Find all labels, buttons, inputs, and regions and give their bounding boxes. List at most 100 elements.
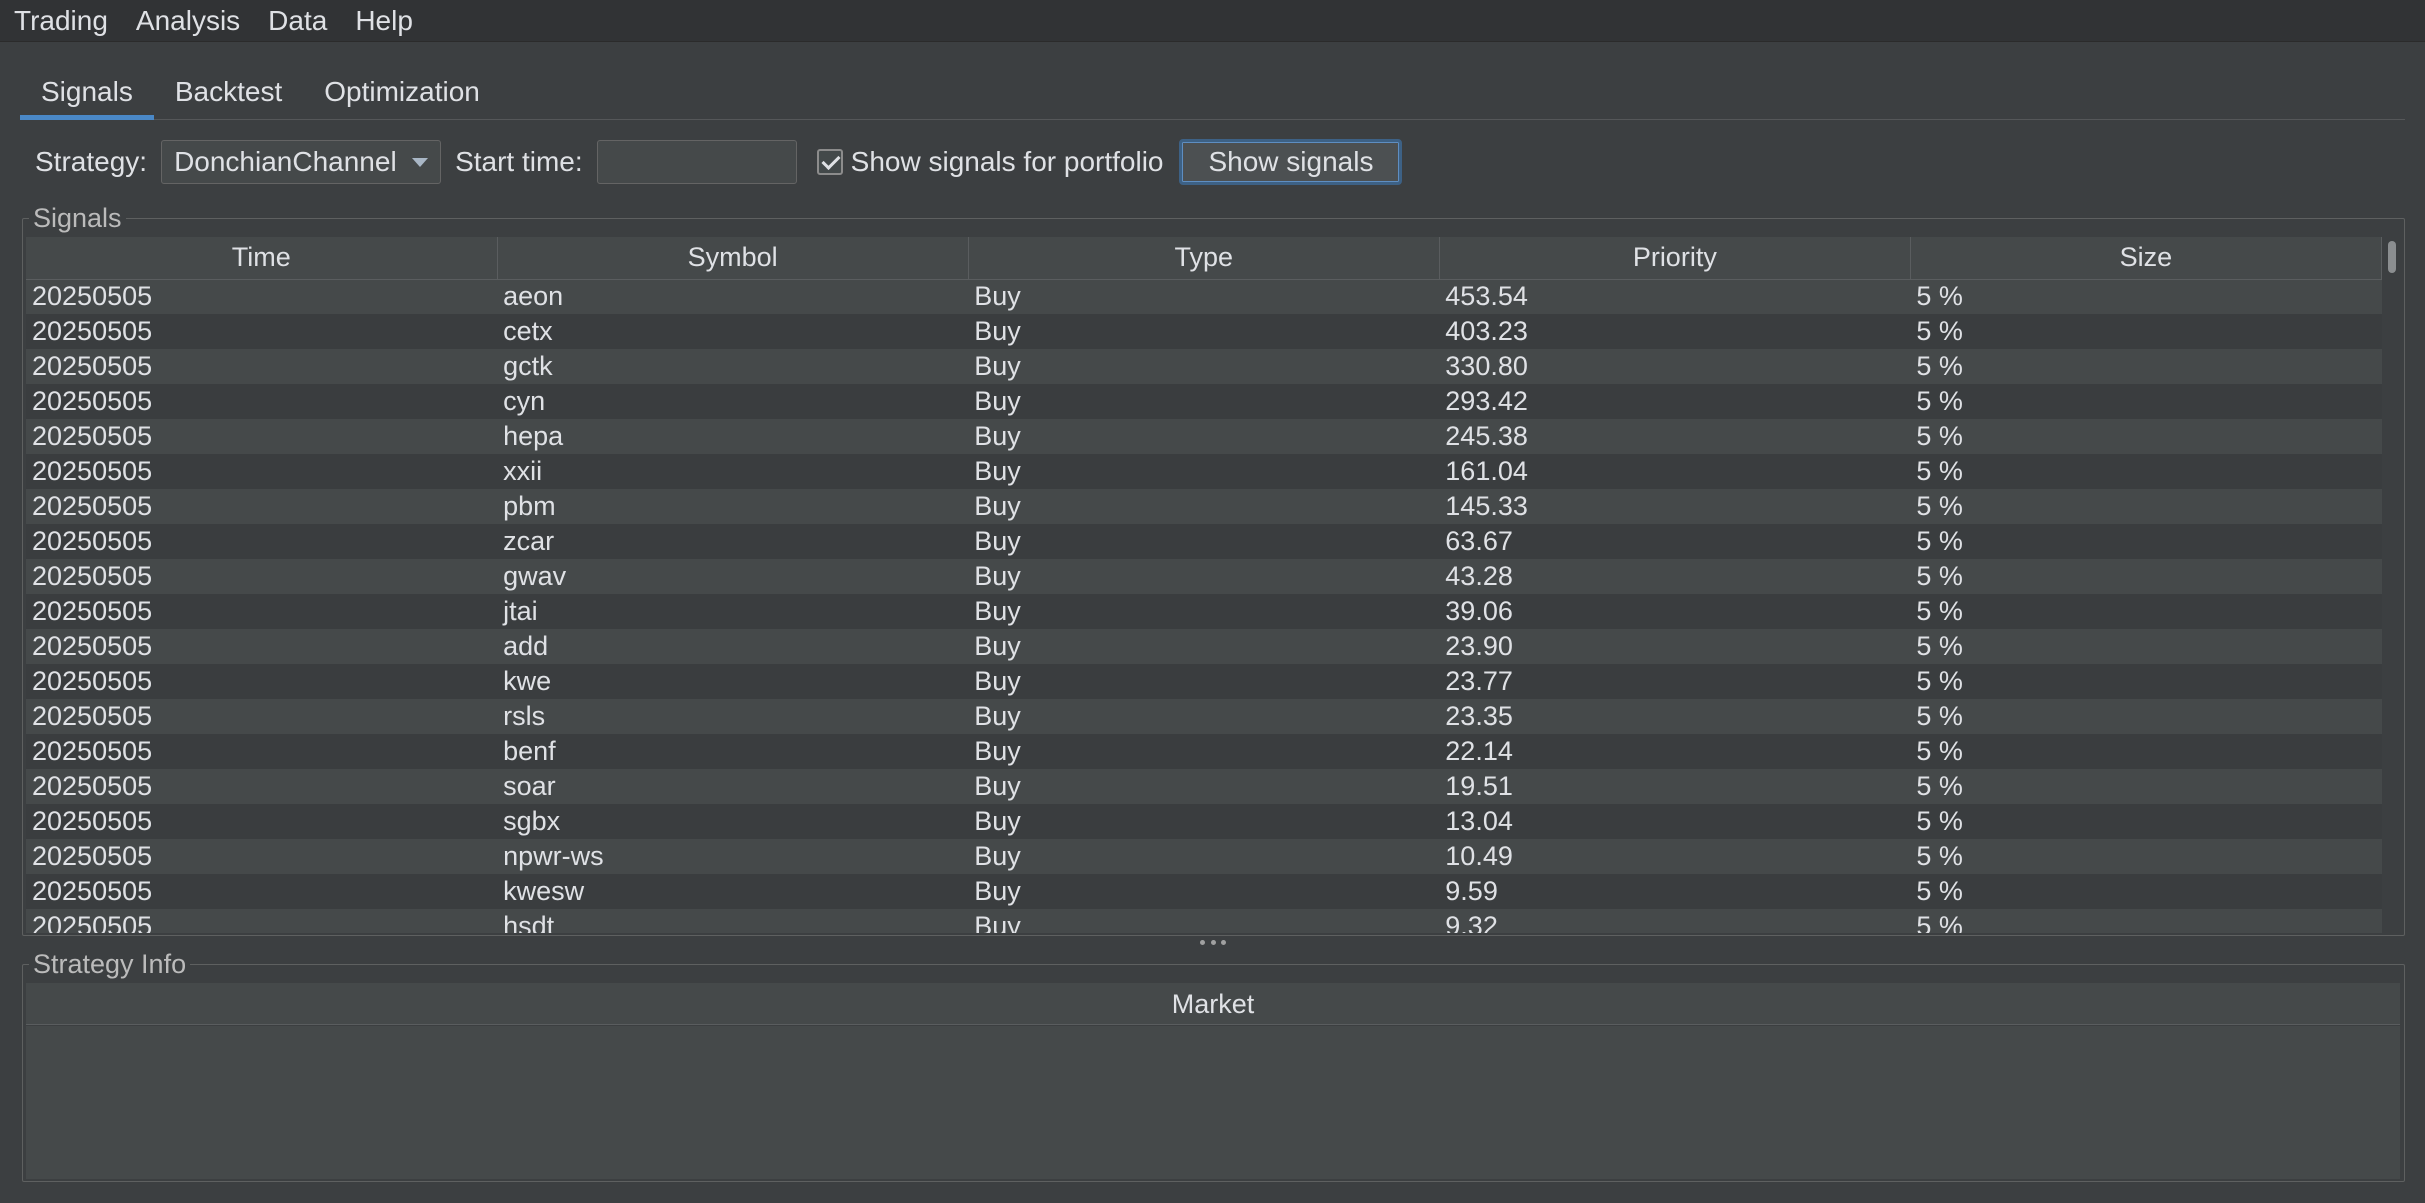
tab-optimization[interactable]: Optimization <box>303 68 501 119</box>
signals-scrollbar[interactable] <box>2382 237 2402 933</box>
table-row[interactable]: 20250505 rsls Buy 23.35 5 % <box>26 699 2382 734</box>
menu-data[interactable]: Data <box>254 0 341 42</box>
symbol-cell: gctk <box>497 349 969 384</box>
priority-cell: 145.33 <box>1439 489 1911 524</box>
time-cell: 20250505 <box>26 594 498 629</box>
priority-cell: 23.35 <box>1439 699 1911 734</box>
type-cell: Buy <box>968 349 1440 384</box>
table-row[interactable]: 20250505 benf Buy 22.14 5 % <box>26 734 2382 769</box>
menu-help[interactable]: Help <box>341 0 427 42</box>
strategy-select[interactable]: DonchianChannel <box>161 140 442 184</box>
type-cell: Buy <box>968 454 1440 489</box>
table-row[interactable]: 20250505 npwr-ws Buy 10.49 5 % <box>26 839 2382 874</box>
size-cell: 5 % <box>1910 629 2382 664</box>
type-cell: Buy <box>968 384 1440 419</box>
table-row[interactable]: 20250505 kwesw Buy 9.59 5 % <box>26 874 2382 909</box>
toolbar: Strategy: DonchianChannel Start time: Sh… <box>35 138 2415 186</box>
splitter-handle[interactable] <box>1200 938 1226 946</box>
type-cell: Buy <box>968 279 1440 314</box>
time-cell: 20250505 <box>26 909 498 933</box>
table-row[interactable]: 20250505 aeon Buy 453.54 5 % <box>26 279 2382 314</box>
column-header-priority[interactable]: Priority <box>1439 237 1911 280</box>
symbol-cell: sgbx <box>497 804 969 839</box>
symbol-cell: cetx <box>497 314 969 349</box>
type-cell: Buy <box>968 559 1440 594</box>
market-column-header[interactable]: Market <box>26 983 2400 1025</box>
column-header-type[interactable]: Type <box>968 237 1440 280</box>
time-cell: 20250505 <box>26 629 498 664</box>
strategy-label: Strategy: <box>35 146 148 177</box>
size-cell: 5 % <box>1910 384 2382 419</box>
priority-cell: 22.14 <box>1439 734 1911 769</box>
tab-backtest[interactable]: Backtest <box>154 68 303 119</box>
time-cell: 20250505 <box>26 279 498 314</box>
time-cell: 20250505 <box>26 804 498 839</box>
market-table-body <box>26 1026 2400 1179</box>
signals-table-header: Time Symbol Type Priority Size <box>26 237 2382 280</box>
symbol-cell: jtai <box>497 594 969 629</box>
tab-signals[interactable]: Signals <box>20 68 154 120</box>
priority-cell: 161.04 <box>1439 454 1911 489</box>
size-cell: 5 % <box>1910 489 2382 524</box>
type-cell: Buy <box>968 664 1440 699</box>
menu-bar: Trading Analysis Data Help <box>0 0 2425 42</box>
table-row[interactable]: 20250505 gwav Buy 43.28 5 % <box>26 559 2382 594</box>
tab-bar: Signals Backtest Optimization <box>20 68 2405 120</box>
symbol-cell: gwav <box>497 559 969 594</box>
priority-cell: 19.51 <box>1439 769 1911 804</box>
start-time-input[interactable] <box>596 140 797 184</box>
table-row[interactable]: 20250505 zcar Buy 63.67 5 % <box>26 524 2382 559</box>
table-row[interactable]: 20250505 soar Buy 19.51 5 % <box>26 769 2382 804</box>
size-cell: 5 % <box>1910 314 2382 349</box>
table-row[interactable]: 20250505 add Buy 23.90 5 % <box>26 629 2382 664</box>
column-header-size[interactable]: Size <box>1910 237 2382 280</box>
type-cell: Buy <box>968 839 1440 874</box>
splitter-dot <box>1221 939 1226 945</box>
time-cell: 20250505 <box>26 454 498 489</box>
time-cell: 20250505 <box>26 384 498 419</box>
type-cell: Buy <box>968 489 1440 524</box>
size-cell: 5 % <box>1910 734 2382 769</box>
type-cell: Buy <box>968 594 1440 629</box>
time-cell: 20250505 <box>26 419 498 454</box>
time-cell: 20250505 <box>26 664 498 699</box>
table-row[interactable]: 20250505 hsdt Buy 9.32 5 % <box>26 909 2382 933</box>
size-cell: 5 % <box>1910 664 2382 699</box>
table-row[interactable]: 20250505 gctk Buy 330.80 5 % <box>26 349 2382 384</box>
menu-trading[interactable]: Trading <box>0 0 122 42</box>
priority-cell: 453.54 <box>1439 279 1911 314</box>
splitter-dot <box>1210 939 1216 945</box>
splitter-dot <box>1200 939 1205 945</box>
table-row[interactable]: 20250505 pbm Buy 145.33 5 % <box>26 489 2382 524</box>
show-signals-button[interactable]: Show signals <box>1179 139 1403 185</box>
size-cell: 5 % <box>1910 594 2382 629</box>
show-portfolio-label[interactable]: Show signals for portfolio <box>851 146 1164 178</box>
symbol-cell: zcar <box>497 524 969 559</box>
time-cell: 20250505 <box>26 769 498 804</box>
table-row[interactable]: 20250505 hepa Buy 245.38 5 % <box>26 419 2382 454</box>
type-cell: Buy <box>968 909 1440 933</box>
size-cell: 5 % <box>1910 874 2382 909</box>
type-cell: Buy <box>968 314 1440 349</box>
chevron-down-icon <box>412 158 429 167</box>
menu-analysis[interactable]: Analysis <box>122 0 254 42</box>
priority-cell: 10.49 <box>1439 839 1911 874</box>
size-cell: 5 % <box>1910 279 2382 314</box>
column-header-time[interactable]: Time <box>26 237 498 280</box>
priority-cell: 23.77 <box>1439 664 1911 699</box>
strategy-select-value: DonchianChannel <box>174 146 397 177</box>
column-header-symbol[interactable]: Symbol <box>497 237 969 280</box>
priority-cell: 63.67 <box>1439 524 1911 559</box>
priority-cell: 9.59 <box>1439 874 1911 909</box>
scrollbar-thumb[interactable] <box>2388 241 2396 273</box>
table-row[interactable]: 20250505 cyn Buy 293.42 5 % <box>26 384 2382 419</box>
table-row[interactable]: 20250505 kwe Buy 23.77 5 % <box>26 664 2382 699</box>
table-row[interactable]: 20250505 xxii Buy 161.04 5 % <box>26 454 2382 489</box>
signals-panel-title: Signals <box>29 203 126 234</box>
size-cell: 5 % <box>1910 454 2382 489</box>
table-row[interactable]: 20250505 cetx Buy 403.23 5 % <box>26 314 2382 349</box>
symbol-cell: pbm <box>497 489 969 524</box>
table-row[interactable]: 20250505 jtai Buy 39.06 5 % <box>26 594 2382 629</box>
table-row[interactable]: 20250505 sgbx Buy 13.04 5 % <box>26 804 2382 839</box>
show-portfolio-checkbox[interactable] <box>816 149 843 175</box>
